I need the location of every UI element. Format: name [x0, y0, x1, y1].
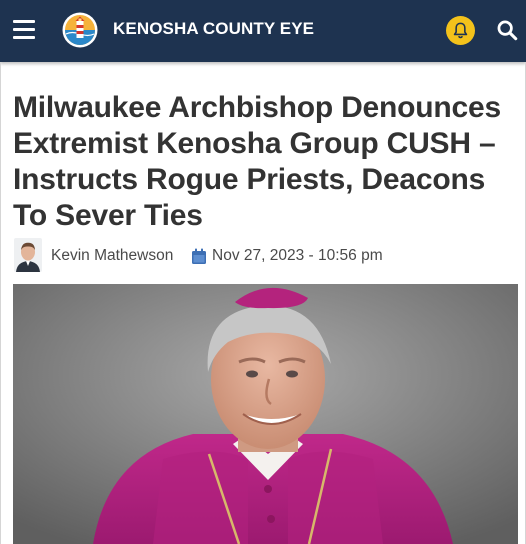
hamburger-menu-icon[interactable] — [13, 20, 35, 40]
notifications-button[interactable] — [446, 16, 475, 45]
article-headline: Milwaukee Archbishop Denounces Extremist… — [13, 91, 501, 232]
calendar-icon — [192, 248, 206, 264]
site-header: KENOSHA COUNTY EYE — [0, 0, 526, 62]
author-avatar[interactable] — [14, 238, 42, 272]
search-icon[interactable] — [496, 19, 518, 41]
site-title[interactable]: KENOSHA COUNTY EYE — [113, 19, 314, 39]
bell-icon — [453, 22, 468, 39]
author-name-link[interactable]: Kevin Mathewson — [51, 247, 173, 265]
article-hero-image — [13, 284, 518, 544]
site-logo[interactable] — [62, 12, 98, 48]
post-date: Nov 27, 2023 - 10:56 pm — [212, 247, 383, 264]
